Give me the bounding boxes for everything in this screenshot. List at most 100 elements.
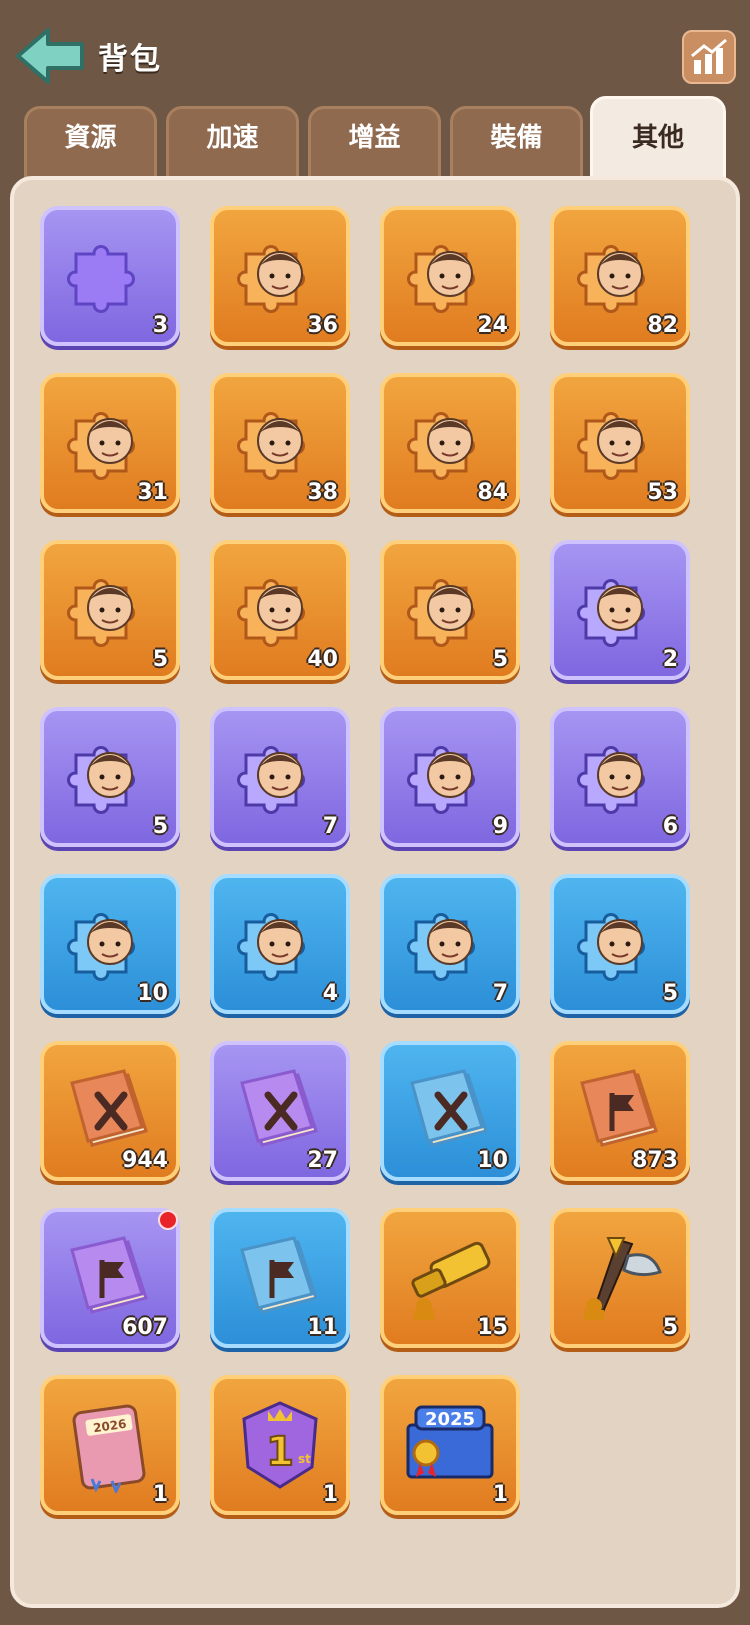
item-slot-skill-book-flag-blue[interactable]: 11 — [210, 1208, 350, 1348]
axe-icon — [572, 1230, 668, 1326]
item-quantity: 24 — [477, 313, 508, 338]
item-slot-puzzle-piece-purple[interactable]: 3 — [40, 206, 180, 346]
item-slot-hero-fragment-egyptian-girl[interactable]: 5 — [380, 540, 520, 680]
item-quantity: 5 — [152, 814, 168, 839]
tab-equipment[interactable]: 裝備 — [450, 106, 583, 186]
book-flag-icon — [62, 1230, 158, 1326]
svg-text:2025: 2025 — [425, 1409, 475, 1430]
page-title: 背包 — [98, 42, 162, 77]
item-slot-hero-fragment-dwarf[interactable]: 5 — [550, 874, 690, 1014]
book-flag-icon — [572, 1063, 668, 1159]
item-slot-hero-fragment-masked-warrior[interactable]: 4 — [210, 874, 350, 1014]
item-quantity: 38 — [307, 480, 338, 505]
book-sword-icon — [232, 1063, 328, 1159]
hero-portrait-icon — [62, 896, 158, 992]
tab-resources[interactable]: 資源 — [24, 106, 157, 186]
hero-portrait-icon — [232, 896, 328, 992]
item-quantity: 84 — [477, 480, 508, 505]
item-slot-telescope-item[interactable]: 15 — [380, 1208, 520, 1348]
hero-portrait-icon — [402, 729, 498, 825]
item-quantity: 3 — [152, 313, 168, 338]
back-button[interactable] — [14, 26, 88, 86]
item-slot-hero-fragment-red-hair-girl[interactable]: 24 — [380, 206, 520, 346]
item-slot-hero-fragment-hooded-archer[interactable]: 10 — [40, 874, 180, 1014]
item-quantity: 7 — [492, 981, 508, 1006]
item-slot-hero-fragment-brown-hair-man[interactable]: 7 — [210, 707, 350, 847]
hero-portrait-icon — [232, 395, 328, 491]
item-quantity: 5 — [152, 647, 168, 672]
item-slot-card-2025[interactable]: 2025 1 — [380, 1375, 520, 1515]
item-quantity: 5 — [662, 1315, 678, 1340]
item-quantity: 15 — [477, 1315, 508, 1340]
item-slot-hero-fragment-silver-hair-man[interactable]: 5 — [40, 540, 180, 680]
hero-portrait-icon — [402, 562, 498, 658]
item-quantity: 11 — [307, 1315, 338, 1340]
hero-portrait-icon — [572, 562, 668, 658]
tab-boosts[interactable]: 增益 — [308, 106, 441, 186]
svg-text:1: 1 — [266, 1429, 294, 1475]
item-slot-book-2026[interactable]: 2026 1 — [40, 1375, 180, 1515]
item-quantity: 6 — [662, 814, 678, 839]
item-quantity: 944 — [122, 1148, 168, 1173]
item-quantity: 27 — [307, 1148, 338, 1173]
item-quantity: 53 — [647, 480, 678, 505]
item-quantity: 1 — [322, 1482, 338, 1507]
book-2026-icon: 2026 — [62, 1397, 158, 1495]
item-quantity: 10 — [137, 981, 168, 1006]
book-flag-icon — [232, 1230, 328, 1326]
stats-button[interactable] — [682, 30, 736, 84]
hero-portrait-icon — [62, 729, 158, 825]
book-sword-icon — [402, 1063, 498, 1159]
item-quantity: 36 — [307, 313, 338, 338]
item-quantity: 10 — [477, 1148, 508, 1173]
item-quantity: 31 — [137, 480, 168, 505]
item-slot-hero-fragment-goggles-elder[interactable]: 7 — [380, 874, 520, 1014]
back-arrow-icon — [16, 28, 84, 84]
hero-portrait-icon — [232, 729, 328, 825]
hero-portrait-icon — [572, 729, 668, 825]
item-slot-hero-fragment-crown-girl[interactable]: 5 — [40, 707, 180, 847]
hero-portrait-icon — [232, 562, 328, 658]
hero-portrait-icon — [232, 228, 328, 324]
tab-bar: 資源 加速 增益 裝備 其他 — [0, 96, 750, 186]
telescope-icon — [402, 1230, 498, 1326]
item-slot-hero-fragment-bearded-hat[interactable]: 9 — [380, 707, 520, 847]
hero-portrait-icon — [572, 228, 668, 324]
item-slot-hero-fragment-old-man[interactable]: 38 — [210, 373, 350, 513]
item-slot-skill-book-sword-orange[interactable]: 944 — [40, 1041, 180, 1181]
item-slot-hero-fragment-dark-hair-man[interactable]: 84 — [380, 373, 520, 513]
item-quantity: 82 — [647, 313, 678, 338]
item-quantity: 7 — [322, 814, 338, 839]
tab-other[interactable]: 其他 — [590, 96, 726, 186]
item-slot-skill-book-flag-orange[interactable]: 873 — [550, 1041, 690, 1181]
item-slot-skill-book-flag-purple[interactable]: 607 — [40, 1208, 180, 1348]
item-slot-hero-fragment-cap-boy[interactable]: 40 — [210, 540, 350, 680]
item-slot-hero-fragment-witch[interactable]: 2 — [550, 540, 690, 680]
item-slot-hero-fragment-black-hair-boy[interactable]: 82 — [550, 206, 690, 346]
item-quantity: 9 — [492, 814, 508, 839]
item-slot-first-place-badge[interactable]: 1 st 1 — [210, 1375, 350, 1515]
hero-portrait-icon — [402, 395, 498, 491]
item-quantity: 40 — [307, 647, 338, 672]
hero-portrait-icon — [62, 562, 158, 658]
item-slot-hero-fragment-nun[interactable]: 53 — [550, 373, 690, 513]
tab-speedups[interactable]: 加速 — [166, 106, 299, 186]
svg-text:st: st — [298, 1452, 311, 1466]
new-notification-dot — [158, 1210, 178, 1230]
item-quantity: 1 — [492, 1482, 508, 1507]
item-quantity: 2 — [662, 647, 678, 672]
hero-portrait-icon — [402, 896, 498, 992]
first-badge-icon: 1 st — [232, 1397, 328, 1493]
item-slot-skill-book-sword-purple[interactable]: 27 — [210, 1041, 350, 1181]
item-quantity: 5 — [492, 647, 508, 672]
item-slot-axe-item[interactable]: 5 — [550, 1208, 690, 1348]
item-slot-hero-fragment-spartan[interactable]: 31 — [40, 373, 180, 513]
item-slot-hero-fragment-bearded-dark[interactable]: 6 — [550, 707, 690, 847]
puzzle-icon — [62, 228, 158, 324]
bar-chart-icon — [691, 38, 727, 74]
book-sword-icon — [62, 1063, 158, 1159]
hero-portrait-icon — [62, 395, 158, 491]
item-slot-hero-fragment-pirate-girl[interactable]: 36 — [210, 206, 350, 346]
card-2025-icon: 2025 — [402, 1397, 498, 1493]
item-slot-skill-book-sword-blue[interactable]: 10 — [380, 1041, 520, 1181]
